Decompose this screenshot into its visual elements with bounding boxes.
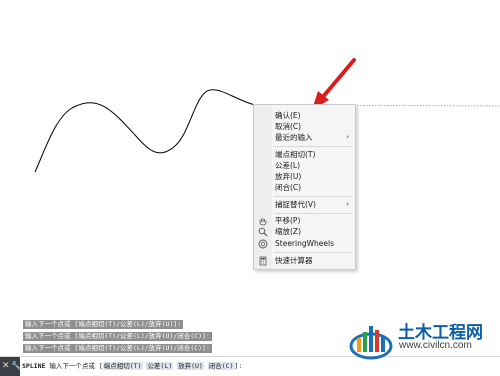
option-undo[interactable]: 放弃(U) bbox=[177, 362, 204, 370]
command-history-line: 输入下一个点或 [端点相切(T)/公差(L)/放弃(U)/闭合(C)]: bbox=[23, 332, 212, 341]
command-history-line: 输入下一个点或 [端点相切(T)/公差(L)/放弃(U)]: bbox=[23, 320, 184, 329]
menu-item-undo[interactable]: 放弃(U) bbox=[275, 171, 351, 182]
pan-icon bbox=[259, 218, 267, 226]
menu-separator bbox=[274, 196, 352, 197]
command-name: SPLINE bbox=[22, 362, 46, 370]
menu-item-tangent[interactable]: 端点相切(T) bbox=[275, 149, 351, 160]
menu-item-pan[interactable]: 平移(P) bbox=[275, 215, 351, 226]
context-menu: 确认(E) 取消(C) 最近的输入 › 端点相切(T) 公差(L) 放弃(U) 闭… bbox=[253, 104, 356, 270]
menu-separator bbox=[274, 146, 352, 147]
command-prompt[interactable]: SPLINE 输入下一个点或 [端点相切(T) 公差(L) 放弃(U) 闭合(C… bbox=[22, 360, 242, 372]
menu-item-quick-calculator[interactable]: 快速计算器 bbox=[275, 255, 351, 266]
prompt-close-bracket: ]: bbox=[234, 362, 243, 370]
red-arrow bbox=[312, 58, 356, 110]
steeringwheels-icon bbox=[258, 239, 268, 249]
option-tolerance[interactable]: 公差(L) bbox=[146, 362, 174, 370]
menu-item-confirm[interactable]: 确认(E) bbox=[275, 110, 351, 121]
menu-separator bbox=[274, 252, 352, 253]
menu-item-recent-input[interactable]: 最近的输入 › bbox=[275, 132, 351, 143]
menu-separator bbox=[274, 213, 352, 214]
command-line-bar[interactable]: ✕ 🔧 SPLINE 输入下一个点或 [端点相切(T) 公差(L) 放弃(U) … bbox=[0, 356, 500, 376]
wrench-icon[interactable]: 🔧 bbox=[11, 360, 21, 372]
menu-item-steeringwheels[interactable]: SteeringWheels bbox=[275, 238, 351, 249]
civilcn-logo-icon bbox=[349, 326, 393, 360]
prompt-text: 输入下一个点或 bbox=[49, 362, 95, 370]
option-close[interactable]: 闭合(C) bbox=[207, 362, 235, 370]
command-line-handle: ✕ 🔧 bbox=[0, 357, 21, 376]
spline-curve bbox=[34, 89, 256, 173]
menu-item-close[interactable]: 闭合(C) bbox=[275, 182, 351, 193]
menu-item-zoom[interactable]: 缩放(Z) bbox=[275, 226, 351, 237]
menu-item-tolerance[interactable]: 公差(L) bbox=[275, 160, 351, 171]
calculator-icon bbox=[259, 256, 267, 266]
zoom-icon bbox=[258, 227, 268, 237]
close-icon[interactable]: ✕ bbox=[2, 360, 10, 372]
submenu-arrow-icon: › bbox=[346, 200, 349, 208]
option-tangent[interactable]: 端点相切(T) bbox=[102, 362, 143, 370]
submenu-arrow-icon: › bbox=[346, 133, 349, 141]
watermark-url: www.civilcn.com bbox=[399, 340, 472, 351]
command-history-line: 输入下一个点或 [端点相切(T)/公差(L)/放弃(U)/闭合(C)]: bbox=[23, 344, 212, 353]
menu-item-snap-override[interactable]: 捕捉替代(V) › bbox=[275, 199, 351, 210]
menu-item-cancel[interactable]: 取消(C) bbox=[275, 121, 351, 132]
